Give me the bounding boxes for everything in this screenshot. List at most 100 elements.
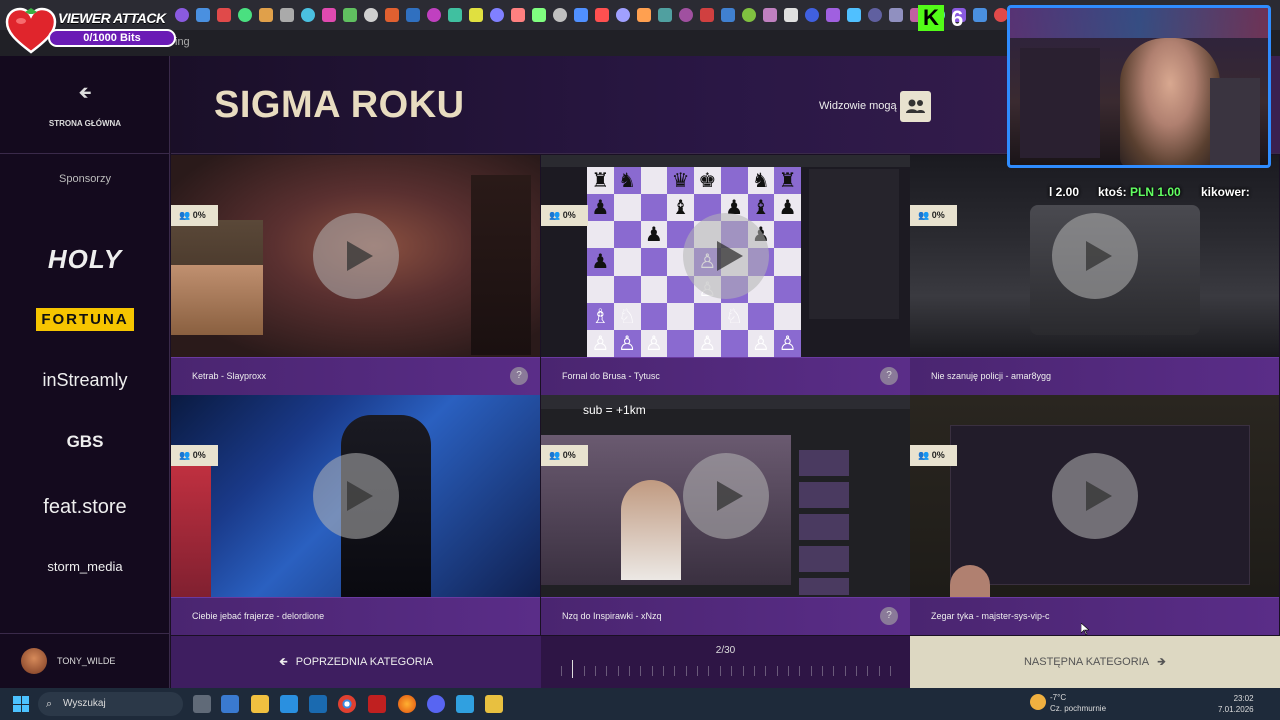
previous-category-button[interactable]: 🡸 POPRZEDNIA KATEGORIA: [171, 636, 541, 688]
kick-logo-icon: K: [918, 5, 944, 31]
help-button[interactable]: ?: [880, 607, 898, 625]
app-icon[interactable]: [221, 695, 239, 713]
bookmark-icon[interactable]: [700, 8, 714, 22]
play-button[interactable]: [683, 213, 769, 299]
play-button[interactable]: [683, 453, 769, 539]
bookmark-icon[interactable]: [196, 8, 210, 22]
chess-square: [774, 221, 801, 249]
chess-square: ♟: [640, 221, 668, 249]
bookmark-icon[interactable]: [658, 8, 672, 22]
video-thumbnail: sub = +1km 👥 0%: [541, 395, 910, 597]
play-button[interactable]: [1052, 213, 1138, 299]
sponsor-logo-instreamly[interactable]: inStreamly: [0, 370, 170, 391]
bookmark-icon[interactable]: [784, 8, 798, 22]
taskbar-search[interactable]: ⌕ Wyszukaj: [38, 692, 183, 716]
bookmark-icon[interactable]: [406, 8, 420, 22]
progress-tick: [663, 666, 665, 676]
progress-tick: [617, 666, 619, 676]
previous-category-label: POPRZEDNIA KATEGORIA: [295, 656, 434, 668]
chess-square: ♙: [747, 329, 775, 357]
video-tile[interactable]: 👥 0% Ciebie jebać frajerze - delordione: [171, 395, 540, 635]
chess-square: [613, 248, 641, 276]
discord-icon[interactable]: [427, 695, 445, 713]
bookmark-icon[interactable]: [679, 8, 693, 22]
users-icon: 👥: [549, 210, 561, 220]
video-tile[interactable]: 👥 0% Ketrab - Slayproxx ?: [171, 155, 540, 395]
sponsor-logo-holy[interactable]: HOLY: [0, 244, 170, 275]
chess-square: ♙: [587, 329, 614, 357]
progress-tick: [674, 666, 676, 676]
bookmark-icon[interactable]: [616, 8, 630, 22]
play-button[interactable]: [313, 453, 399, 539]
chess-square: ♙: [694, 329, 721, 357]
bookmark-icon[interactable]: [238, 8, 252, 22]
bookmark-icon[interactable]: [385, 8, 399, 22]
video-tile[interactable]: 👥 0% Zegar tyka - majster-sys-vip-c: [910, 395, 1279, 635]
progress-tick: [742, 666, 744, 676]
donation-entry: ktoś: PLN 1.00: [1098, 185, 1181, 199]
bookmark-icon[interactable]: [847, 8, 861, 22]
bookmark-icon[interactable]: [868, 8, 882, 22]
chess-square: [640, 275, 668, 303]
tile-title: Nzq do Inspirawki - xNzq: [562, 611, 662, 621]
bookmark-icon[interactable]: [511, 8, 525, 22]
bookmark-icon[interactable]: [343, 8, 357, 22]
chrome-icon[interactable]: [338, 695, 356, 713]
video-tile[interactable]: sub = +1km 👥 0% Nzq do Inspirawki - xNzq…: [541, 395, 910, 635]
bookmark-icon[interactable]: [469, 8, 483, 22]
bookmark-icon[interactable]: [175, 8, 189, 22]
system-clock[interactable]: 23:02 7.01.2026: [1218, 693, 1254, 715]
bookmark-icon[interactable]: [259, 8, 273, 22]
help-button[interactable]: ?: [880, 367, 898, 385]
bookmark-icon[interactable]: [805, 8, 819, 22]
bookmark-icon[interactable]: [763, 8, 777, 22]
user-profile[interactable]: TONY_WILDE: [0, 633, 170, 688]
weather-widget[interactable]: -7°C Cz. pochmurnie: [1030, 692, 1106, 714]
windows-start-icon[interactable]: [13, 696, 29, 712]
bookmark-icon[interactable]: [994, 8, 1008, 22]
video-tile[interactable]: ♜♞♛♚♞♜♟♝♟♝♟♟♟♟♙♙♗♘♘♙♙♙♙♙♙ 👥 0% Fornal do…: [541, 155, 910, 395]
tile-caption-bar: Nie szanuję policji - amar8ygg: [910, 357, 1279, 395]
firefox-icon[interactable]: [398, 695, 416, 713]
bookmark-icon[interactable]: [574, 8, 588, 22]
sponsor-logo-stormmedia[interactable]: storm_media: [0, 559, 170, 574]
bookmark-icon[interactable]: [532, 8, 546, 22]
bookmark-icon[interactable]: [721, 8, 735, 22]
windows-taskbar: ⌕ Wyszukaj -7°C Cz. pochmurnie 23:02 7.0…: [0, 688, 1280, 720]
home-button[interactable]: 🡸 STRONA GŁÓWNA: [0, 56, 170, 154]
bookmark-icon[interactable]: [553, 8, 567, 22]
viewers-settings-button[interactable]: [900, 91, 931, 122]
sponsors-title: Sponsorzy: [59, 173, 111, 185]
bookmark-icon[interactable]: [217, 8, 231, 22]
task-view-icon[interactable]: [193, 695, 211, 713]
bookmark-icon[interactable]: [364, 8, 378, 22]
sponsor-logo-gbs[interactable]: GBS: [0, 432, 170, 452]
mail-icon[interactable]: [309, 695, 327, 713]
bookmark-icon[interactable]: [301, 8, 315, 22]
bookmark-icon[interactable]: [742, 8, 756, 22]
help-button[interactable]: ?: [510, 367, 528, 385]
bookmark-icon[interactable]: [889, 8, 903, 22]
photos-icon[interactable]: [456, 695, 474, 713]
weather-desc: Cz. pochmurnie: [1050, 704, 1107, 713]
bookmark-icon[interactable]: [427, 8, 441, 22]
bookmark-icon[interactable]: [826, 8, 840, 22]
play-icon: [1086, 241, 1112, 271]
app-icon[interactable]: [485, 695, 503, 713]
sponsor-logo-featstore[interactable]: feat.store: [0, 496, 170, 519]
bookmark-icon[interactable]: [280, 8, 294, 22]
sponsor-logo-fortuna[interactable]: FORTUNA: [36, 308, 134, 331]
play-button[interactable]: [1052, 453, 1138, 539]
app-icon[interactable]: [368, 695, 386, 713]
home-label: STRONA GŁÓWNA: [48, 118, 122, 128]
next-category-button[interactable]: NASTĘPNA KATEGORIA 🡺: [910, 636, 1280, 688]
bookmark-icon[interactable]: [595, 8, 609, 22]
play-button[interactable]: [313, 213, 399, 299]
bookmark-icon[interactable]: [973, 8, 987, 22]
bookmark-icon[interactable]: [490, 8, 504, 22]
bookmark-icon[interactable]: [448, 8, 462, 22]
file-explorer-icon[interactable]: [251, 695, 269, 713]
bookmark-icon[interactable]: [637, 8, 651, 22]
store-icon[interactable]: [280, 695, 298, 713]
bookmark-icon[interactable]: [322, 8, 336, 22]
